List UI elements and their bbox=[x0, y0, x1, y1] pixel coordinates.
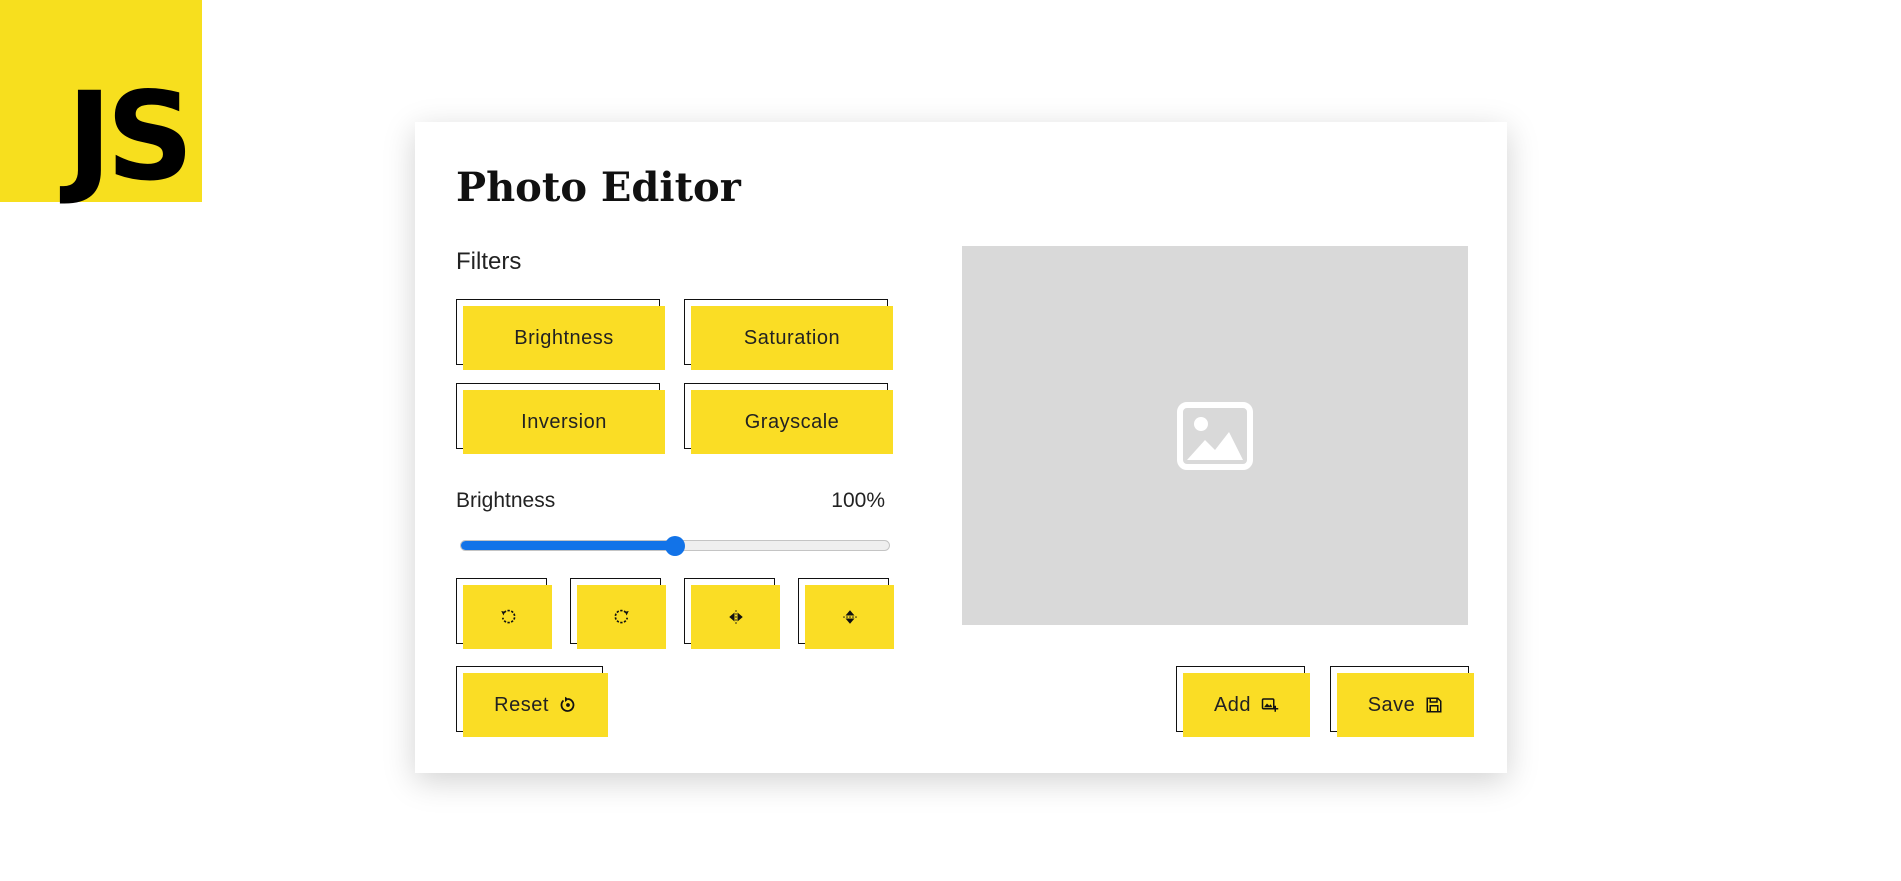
image-placeholder-icon bbox=[1177, 401, 1253, 470]
reset-label: Reset bbox=[494, 693, 549, 716]
brightness-slider[interactable] bbox=[460, 535, 890, 556]
reset-button[interactable]: Reset bbox=[456, 666, 608, 737]
rotate-left-icon bbox=[500, 609, 515, 624]
flip-vertical-icon bbox=[842, 610, 857, 624]
slider-name: Brightness bbox=[456, 489, 556, 512]
filter-grayscale-button[interactable]: Grayscale bbox=[684, 383, 893, 454]
filter-saturation-label: Saturation bbox=[743, 326, 841, 349]
save-button[interactable]: Save bbox=[1330, 666, 1474, 737]
image-preview bbox=[962, 246, 1468, 625]
rotate-right-button[interactable] bbox=[570, 578, 666, 649]
save-icon bbox=[1426, 697, 1442, 713]
reset-icon bbox=[560, 696, 575, 712]
add-label: Add bbox=[1213, 693, 1252, 716]
rotate-right-icon bbox=[614, 609, 629, 624]
filter-saturation-button[interactable]: Saturation bbox=[684, 299, 893, 370]
filter-brightness-button[interactable]: Brightness bbox=[456, 299, 665, 370]
filters-label: Filters bbox=[456, 248, 522, 275]
add-image-icon bbox=[1261, 698, 1279, 712]
photo-editor-card: Photo Editor Filters Brightness Saturati… bbox=[415, 122, 1507, 773]
slider-value: 100% bbox=[831, 489, 885, 512]
save-label: Save bbox=[1367, 693, 1416, 716]
slider-thumb[interactable] bbox=[665, 535, 685, 556]
filter-inversion-label: Inversion bbox=[521, 410, 607, 433]
flip-vertical-button[interactable] bbox=[798, 578, 894, 649]
js-logo-text: JS bbox=[66, 66, 194, 208]
filter-brightness-label: Brightness bbox=[514, 326, 614, 349]
slider-fill bbox=[461, 541, 675, 550]
filter-grayscale-label: Grayscale bbox=[744, 410, 840, 433]
filter-inversion-button[interactable]: Inversion bbox=[456, 383, 665, 454]
js-logo: JS bbox=[0, 0, 202, 202]
flip-horizontal-button[interactable] bbox=[684, 578, 780, 649]
rotate-left-button[interactable] bbox=[456, 578, 552, 649]
page-title: Photo Editor bbox=[456, 164, 741, 211]
flip-horizontal-icon bbox=[728, 610, 743, 624]
add-button[interactable]: Add bbox=[1176, 666, 1310, 737]
